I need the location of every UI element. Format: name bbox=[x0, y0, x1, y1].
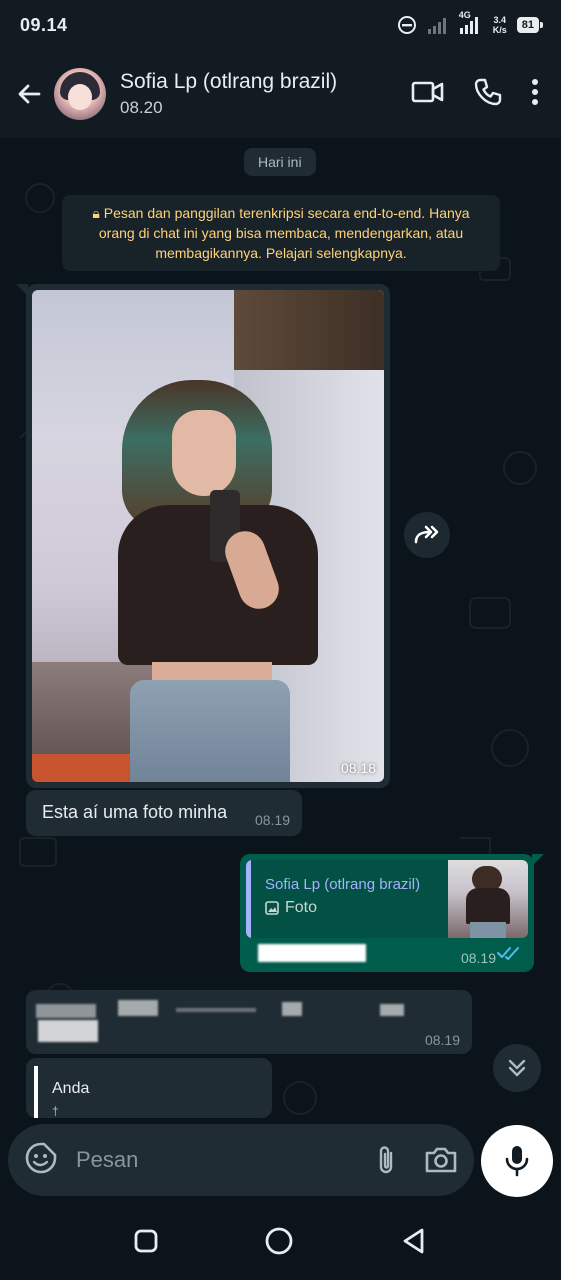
kebab-menu-icon bbox=[532, 78, 538, 105]
signal-icon bbox=[427, 16, 449, 34]
home-icon bbox=[266, 1227, 293, 1254]
quoted-type: Foto bbox=[285, 899, 318, 916]
net-speed: 3.4 K/s bbox=[493, 15, 507, 35]
camera-icon bbox=[425, 1147, 457, 1173]
forward-button[interactable] bbox=[404, 512, 450, 558]
quoted-sender: Sofia Lp (otlrang brazil) bbox=[265, 876, 421, 893]
outgoing-reply-message[interactable]: Sofia Lp (otlrang brazil) Foto 08.19 bbox=[240, 854, 544, 972]
attach-button[interactable] bbox=[374, 1143, 398, 1177]
date-separator: Hari ini bbox=[244, 148, 316, 176]
message-time: 08.19 bbox=[460, 950, 496, 966]
dnd-icon bbox=[397, 15, 417, 35]
message-input[interactable]: Pesan bbox=[76, 1147, 348, 1173]
recents-icon bbox=[134, 1229, 158, 1252]
chat-header: Sofia Lp (otlrang brazil) 08.20 bbox=[0, 50, 561, 138]
quoted-thumbnail bbox=[448, 860, 528, 938]
net-speed-unit: K/s bbox=[492, 25, 507, 35]
encryption-notice-text: Pesan dan panggilan terenkripsi secara e… bbox=[98, 205, 470, 261]
message-time: 08.19 bbox=[424, 1032, 460, 1048]
lock-icon: 🔒︎ bbox=[92, 205, 104, 221]
mobile-data-icon: 4G bbox=[459, 10, 483, 34]
home-button[interactable] bbox=[264, 1226, 294, 1261]
contact-name: Sofia Lp (otlrang brazil) bbox=[120, 70, 338, 93]
voice-call-button[interactable] bbox=[473, 77, 503, 112]
forward-icon bbox=[414, 525, 439, 544]
recents-button[interactable] bbox=[133, 1228, 159, 1259]
scroll-to-bottom-button[interactable] bbox=[493, 1044, 541, 1092]
incoming-message-redacted[interactable]: 08.19 bbox=[26, 990, 472, 1054]
status-icons: 4G 3.4 K/s 81 bbox=[397, 10, 543, 35]
photo-icon bbox=[265, 901, 279, 915]
chat-area[interactable]: Hari ini 🔒︎ Pesan dan panggilan terenkri… bbox=[0, 138, 561, 1206]
network-type: 4G bbox=[458, 10, 471, 20]
redacted-text bbox=[258, 944, 366, 962]
system-nav-bar bbox=[0, 1206, 561, 1280]
system-back-button[interactable] bbox=[400, 1227, 428, 1260]
battery-icon: 81 bbox=[516, 17, 543, 33]
quoted-preview: † bbox=[52, 1104, 59, 1118]
emoji-sticker-button[interactable] bbox=[24, 1141, 58, 1180]
back-arrow-icon bbox=[18, 84, 41, 104]
status-time: 09.14 bbox=[20, 14, 68, 35]
video-call-button[interactable] bbox=[411, 79, 445, 110]
quoted-message[interactable]: Sofia Lp (otlrang brazil) Foto bbox=[246, 860, 528, 938]
last-seen: 08.20 bbox=[120, 98, 163, 117]
message-composer: Pesan bbox=[8, 1124, 474, 1196]
read-ticks-icon bbox=[496, 945, 522, 966]
battery-level: 81 bbox=[516, 17, 539, 33]
back-button[interactable] bbox=[4, 69, 54, 119]
contact-avatar[interactable] bbox=[54, 68, 106, 120]
message-text: Esta aí uma foto minha bbox=[42, 802, 228, 822]
voice-message-button[interactable] bbox=[481, 1125, 553, 1197]
camera-button[interactable] bbox=[424, 1145, 458, 1175]
message-time: 08.18 bbox=[340, 760, 376, 776]
phone-icon bbox=[474, 78, 502, 105]
incoming-reply-message[interactable]: Anda † bbox=[26, 1058, 272, 1118]
double-chevron-down-icon bbox=[508, 1059, 526, 1077]
contact-info[interactable]: Sofia Lp (otlrang brazil) 08.20 bbox=[120, 70, 411, 118]
encryption-notice[interactable]: 🔒︎ Pesan dan panggilan terenkripsi secar… bbox=[62, 195, 500, 271]
video-camera-icon bbox=[411, 81, 444, 102]
quoted-sender: Anda bbox=[52, 1080, 90, 1097]
microphone-icon bbox=[505, 1146, 529, 1177]
paperclip-icon bbox=[379, 1146, 393, 1174]
net-speed-value: 3.4 bbox=[493, 15, 506, 25]
image-message[interactable]: 08.18 bbox=[16, 284, 390, 788]
triangle-back-icon bbox=[403, 1228, 424, 1253]
incoming-message[interactable]: Esta aí uma foto minha 08.19 bbox=[26, 790, 302, 836]
photo[interactable] bbox=[32, 290, 384, 782]
status-bar: 09.14 4G 3.4 K/s 81 bbox=[0, 0, 561, 50]
sticker-icon bbox=[25, 1142, 57, 1173]
message-time: 08.19 bbox=[254, 812, 290, 828]
header-actions bbox=[411, 77, 539, 112]
more-options-button[interactable] bbox=[531, 78, 539, 111]
